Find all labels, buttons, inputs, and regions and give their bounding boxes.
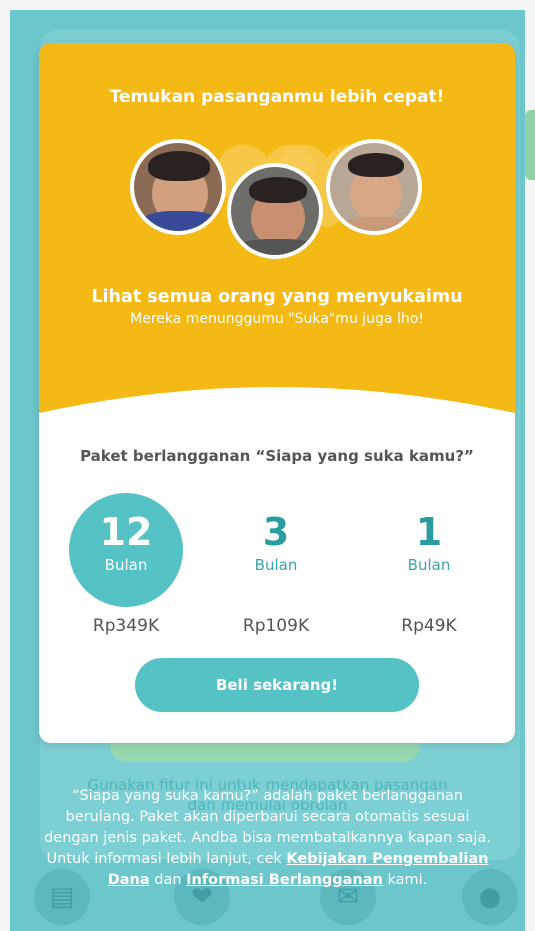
plan-unit: Bulan [407, 556, 451, 574]
plan-unit: Bulan [104, 556, 148, 574]
avatar [326, 139, 422, 235]
headline: Lihat semua orang yang menyukaimu [91, 287, 463, 307]
plan-12-months[interactable]: 12 Bulan [69, 493, 183, 607]
plan-count: 12 [99, 510, 153, 554]
subscription-disclaimer: “Siapa yang suka kamu?” adalah paket ber… [40, 786, 495, 891]
subscription-info-link[interactable]: Informasi Berlangganan [186, 872, 383, 888]
plan-price: Rp349K [92, 616, 160, 636]
plan-count: 1 [415, 510, 443, 554]
plan-price: Rp109K [242, 616, 310, 636]
plan-unit: Bulan [254, 556, 298, 574]
subline: Mereka menunggumu "Suka"mu juga lho! [130, 311, 424, 327]
package-title: Paket berlangganan “Siapa yang suka kamu… [80, 447, 474, 465]
modal-title: Temukan pasanganmu lebih cepat! [109, 87, 445, 107]
avatar [227, 163, 323, 259]
plan-price: Rp49K [401, 616, 457, 636]
modal-header: Temukan pasanganmu lebih cepat! Lihat se… [39, 43, 515, 483]
subscription-modal: Temukan pasanganmu lebih cepat! Lihat se… [39, 43, 515, 743]
disclaimer-text: dan [149, 872, 187, 888]
header-wave-background [39, 43, 515, 413]
buy-now-button[interactable]: Beli sekarang! [135, 658, 419, 712]
background-side-pill [525, 110, 535, 180]
disclaimer-text: kami. [382, 872, 428, 888]
plan-1-month[interactable]: 1 Bulan [372, 493, 486, 607]
plan-3-months[interactable]: 3 Bulan [219, 493, 333, 607]
plan-count: 3 [262, 510, 290, 554]
avatar [130, 139, 226, 235]
